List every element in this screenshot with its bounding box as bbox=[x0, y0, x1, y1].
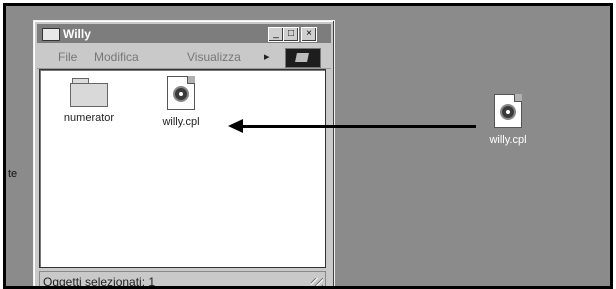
windows-logo-icon bbox=[285, 48, 321, 68]
menu-file[interactable]: File bbox=[58, 50, 77, 64]
drag-arrow-head-icon bbox=[228, 119, 243, 133]
folder-icon bbox=[70, 78, 108, 107]
file-name: willy.cpl bbox=[162, 116, 200, 128]
desktop-file-willy-cpl[interactable]: willy.cpl bbox=[468, 94, 548, 146]
window-title: Willy bbox=[63, 27, 91, 41]
screenshot-frame: te Willy _ □ × File Modifica Visualizza … bbox=[3, 3, 613, 289]
file-item-numerator[interactable]: numerator bbox=[49, 78, 129, 124]
file-list-pane: numerator willy.cpl bbox=[39, 69, 326, 268]
status-bar: Oggetti selezionati: 1 bbox=[39, 271, 326, 289]
resize-grip-icon[interactable] bbox=[311, 278, 323, 286]
explorer-window: Willy _ □ × File Modifica Visualizza ▸ n… bbox=[33, 20, 335, 289]
file-item-willy-cpl[interactable]: willy.cpl bbox=[141, 76, 221, 128]
minimize-button[interactable]: _ bbox=[268, 27, 284, 42]
menu-overflow-arrow-icon[interactable]: ▸ bbox=[264, 50, 270, 63]
close-button[interactable]: × bbox=[301, 27, 317, 42]
desktop-file-name: willy.cpl bbox=[489, 134, 527, 146]
folder-window-icon bbox=[42, 28, 60, 41]
file-name: numerator bbox=[63, 112, 115, 124]
title-bar[interactable]: Willy _ □ × bbox=[37, 24, 331, 43]
desktop-edge-text: te bbox=[8, 168, 18, 180]
maximize-button[interactable]: □ bbox=[283, 27, 299, 42]
control-panel-file-icon bbox=[494, 94, 522, 128]
control-panel-file-icon bbox=[167, 76, 195, 110]
drag-arrow-line bbox=[241, 125, 476, 128]
menu-bar: File Modifica Visualizza ▸ bbox=[37, 46, 331, 69]
menu-modifica[interactable]: Modifica bbox=[94, 50, 139, 64]
status-text: Oggetti selezionati: 1 bbox=[43, 275, 156, 289]
menu-visualizza[interactable]: Visualizza bbox=[187, 50, 241, 64]
